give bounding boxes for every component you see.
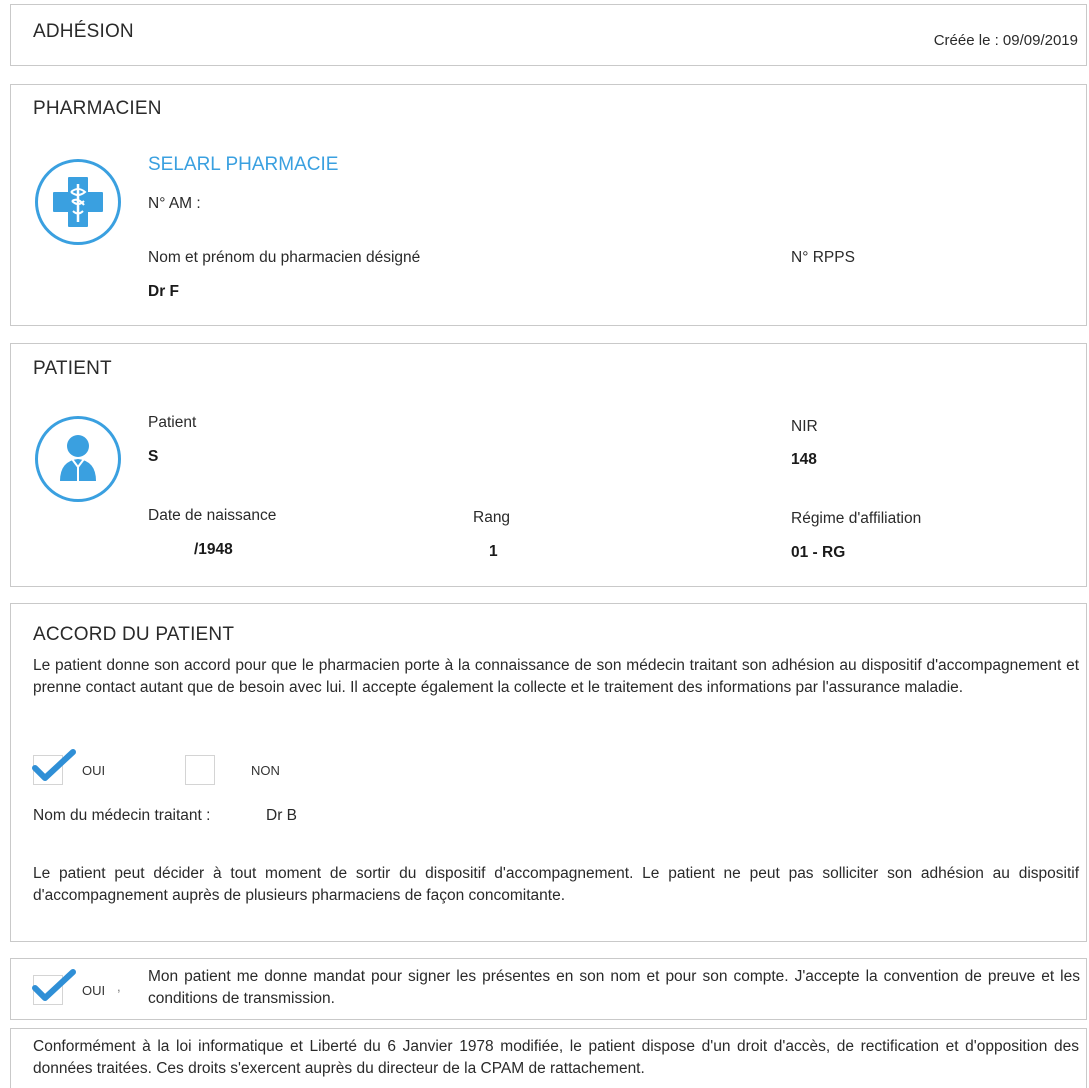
am-number-label: N° AM : [148, 195, 201, 212]
designated-pharmacist-label: Nom et prénom du pharmacien désigné [148, 249, 421, 266]
cnil-text: Conformément à la loi informatique et Li… [33, 1038, 1079, 1077]
mandat-oui-label: OUI [82, 983, 106, 998]
designated-pharmacist-value: Dr F [148, 283, 179, 300]
accord-non-checkbox[interactable] [185, 755, 215, 785]
pharmacien-section: PHARMACIEN SELARL PHARMACIE N° AM : Nom … [10, 84, 1087, 326]
patient-label: Patient [148, 414, 197, 431]
creation-date: Créée le : 09/09/2019 [933, 32, 1078, 49]
patient-section-title: PATIENT [33, 358, 112, 379]
sortie-paragraph: Le patient peut décider à tout moment de… [33, 865, 1079, 904]
person-icon [35, 416, 121, 502]
pharmacy-name: SELARL PHARMACIE [148, 154, 339, 175]
rpps-label: N° RPPS [791, 249, 855, 266]
medecin-label: Nom du médecin traitant : [33, 807, 211, 824]
regime-label: Régime d'affiliation [791, 510, 922, 527]
pharmacien-section-title: PHARMACIEN [33, 98, 162, 119]
accord-oui-label: OUI [82, 763, 106, 778]
birthdate-label: Date de naissance [148, 507, 277, 524]
patient-value: S [148, 448, 159, 465]
mandat-oui-mark: , [117, 979, 121, 994]
medecin-value: Dr B [266, 807, 297, 824]
mandat-text: Mon patient me donne mandat pour signer … [148, 968, 1080, 1007]
nir-label: NIR [791, 418, 818, 435]
regime-value: 01 - RG [791, 544, 846, 561]
accord-oui-checkbox[interactable] [32, 749, 76, 785]
birthdate-value: /1948 [194, 541, 233, 558]
accord-non-label: NON [251, 763, 280, 778]
page-title: ADHÉSION [33, 21, 134, 42]
accord-section: ACCORD DU PATIENT Le patient donne son a… [10, 603, 1087, 942]
mandat-oui-checkbox[interactable] [32, 969, 76, 1005]
rang-value: 1 [489, 543, 498, 560]
pharmacy-cross-icon [35, 159, 121, 245]
header-panel: ADHÉSION Créée le : 09/09/2019 [10, 4, 1087, 66]
accord-section-title: ACCORD DU PATIENT [33, 624, 235, 645]
nir-value: 148 [791, 451, 817, 468]
cnil-section: Conformément à la loi informatique et Li… [10, 1028, 1087, 1088]
checkmark-icon [32, 969, 76, 1001]
accord-paragraph: Le patient donne son accord pour que le … [33, 657, 1079, 696]
checkmark-icon [32, 749, 76, 781]
patient-section: PATIENT Patient S NIR 148 Date de naissa… [10, 343, 1087, 587]
rang-label: Rang [473, 509, 511, 526]
mandat-section: OUI , Mon patient me donne mandat pour s… [10, 958, 1087, 1020]
